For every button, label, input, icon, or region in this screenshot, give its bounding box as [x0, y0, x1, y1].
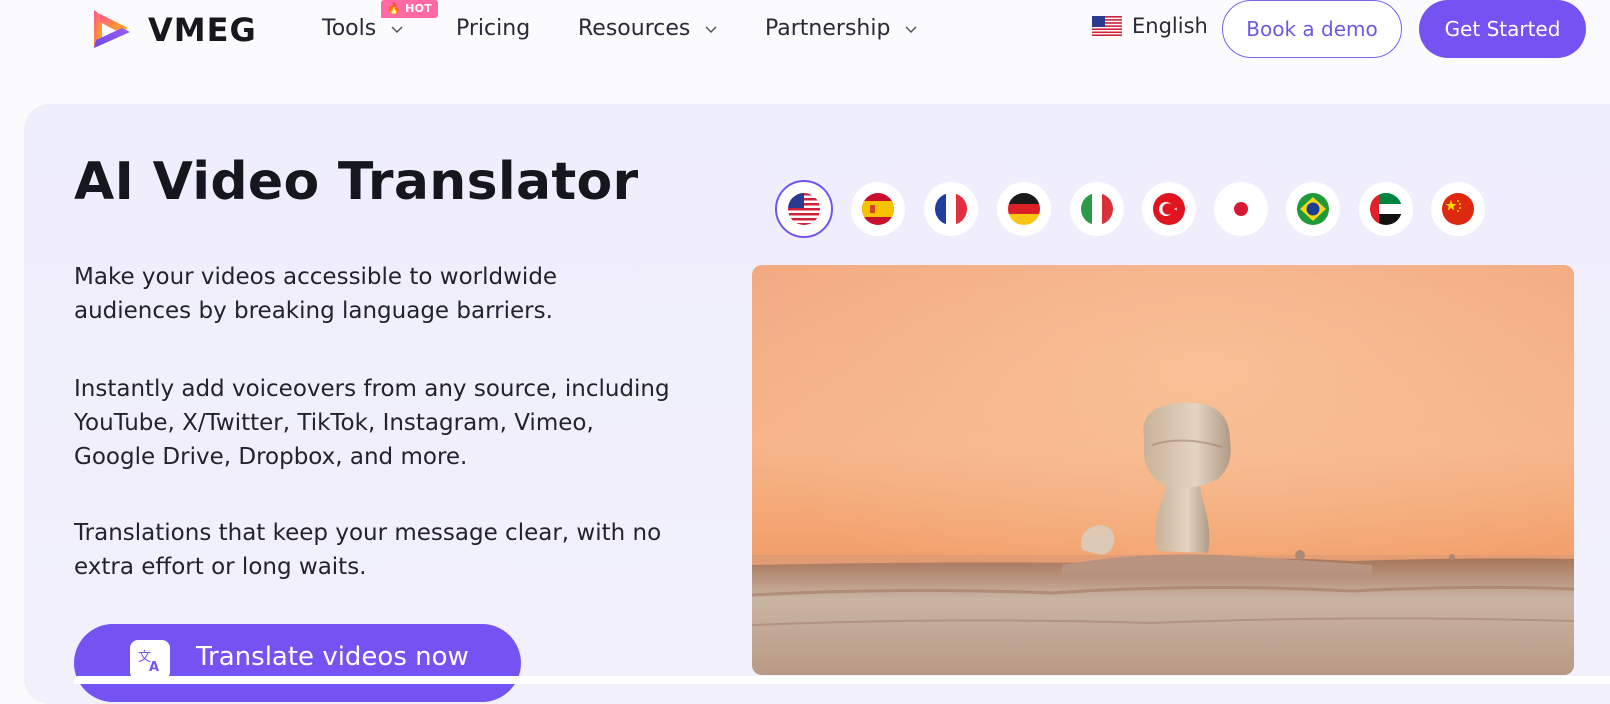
flag-option-italy[interactable] — [1070, 182, 1124, 236]
hero-paragraph: Instantly add voiceovers from any source… — [74, 376, 670, 470]
hot-badge: 🔥 HOT — [381, 0, 439, 18]
language-selector[interactable]: English — [1092, 14, 1208, 38]
flag-option-japan[interactable] — [1214, 182, 1268, 236]
flag-option-turkey[interactable] — [1142, 182, 1196, 236]
translate-videos-button[interactable]: 文 A Translate videos now — [74, 624, 521, 702]
nav-resources[interactable]: Resources — [578, 14, 718, 44]
nav-pricing-label: Pricing — [456, 16, 531, 41]
nav-partnership-label: Partnership — [765, 16, 891, 41]
page-title: AI Video Translator — [74, 152, 639, 212]
brazil-flag-icon — [1297, 193, 1329, 225]
vmeg-logo-icon — [94, 10, 130, 48]
translate-videos-label: Translate videos now — [196, 642, 469, 672]
flag-option-spain[interactable] — [851, 182, 905, 236]
nav-pricing[interactable]: Pricing — [456, 14, 530, 44]
fire-icon: 🔥 — [387, 2, 401, 15]
chevron-down-icon — [905, 26, 917, 34]
flag-option-germany[interactable] — [997, 182, 1051, 236]
turkey-flag-icon — [1153, 193, 1185, 225]
hero-paragraph: Make your videos accessible to worldwide… — [74, 264, 558, 324]
get-started-button[interactable]: Get Started — [1419, 0, 1586, 58]
brand-logo[interactable]: VMEG — [90, 6, 257, 54]
book-demo-button[interactable]: Book a demo — [1222, 0, 1402, 58]
uae-flag-icon — [1370, 193, 1402, 225]
desert-rock-scene-image — [752, 265, 1574, 675]
flag-option-uae[interactable] — [1359, 182, 1413, 236]
content-card-edge — [74, 676, 1610, 684]
nav-resources-label: Resources — [578, 16, 691, 41]
video-preview[interactable] — [752, 265, 1574, 675]
china-flag-icon — [1442, 193, 1474, 225]
nav-tools[interactable]: Tools — [322, 14, 404, 44]
top-nav: VMEG Tools 🔥 HOT Pricing Resources Partn… — [0, 0, 1610, 60]
france-flag-icon — [935, 193, 967, 225]
flag-option-brazil[interactable] — [1286, 182, 1340, 236]
nav-tools-label: Tools — [322, 16, 377, 41]
spain-flag-icon — [862, 193, 894, 225]
italy-flag-icon — [1081, 193, 1113, 225]
flag-option-us[interactable] — [775, 180, 833, 238]
japan-flag-icon — [1225, 193, 1257, 225]
nav-partnership[interactable]: Partnership — [765, 14, 918, 44]
brand-name: VMEG — [148, 11, 257, 49]
chevron-down-icon — [391, 26, 403, 34]
svg-text:A: A — [149, 660, 159, 673]
us-flag-icon — [1092, 16, 1122, 36]
language-label: English — [1132, 14, 1208, 38]
hero-paragraph: Translations that keep your message clea… — [74, 520, 662, 580]
us-flag-icon — [788, 193, 820, 225]
translate-icon: 文 A — [130, 640, 170, 680]
germany-flag-icon — [1008, 193, 1040, 225]
flag-option-china[interactable] — [1431, 182, 1485, 236]
hot-badge-label: HOT — [405, 2, 433, 15]
chevron-down-icon — [705, 26, 717, 34]
flag-option-france[interactable] — [924, 182, 978, 236]
